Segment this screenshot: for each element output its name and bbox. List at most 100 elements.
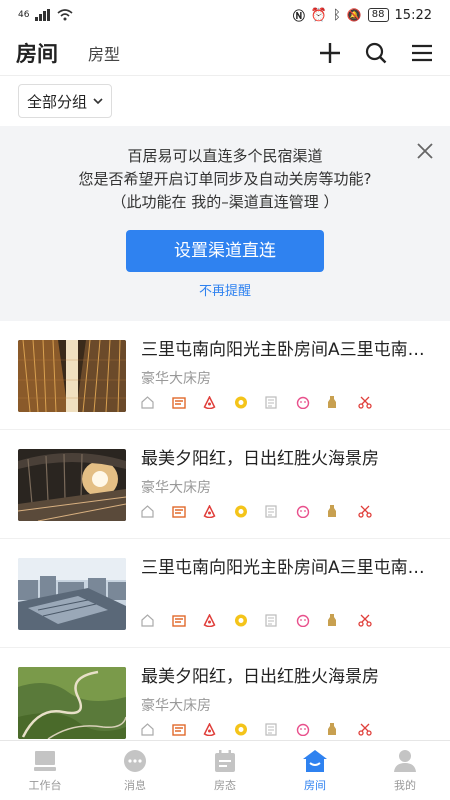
status-right: Ⓝ ⏰ ᛒ 🔕 88 15:22: [293, 7, 432, 24]
airbnb-icon: [203, 394, 234, 410]
room-info: 三里屯南向阳光主卧房间A三里屯南向阳光主卧房间A: [141, 558, 432, 647]
channel-icons: [141, 503, 432, 519]
user-icon: [392, 748, 418, 774]
airbnb-icon: [203, 612, 234, 628]
meituan-icon: [234, 721, 265, 737]
ctrip-icon: [172, 503, 203, 519]
channel-icons: [141, 394, 432, 410]
setup-channel-button[interactable]: 设置渠道直连: [126, 230, 324, 272]
dismiss-link[interactable]: 不再提醒: [0, 280, 450, 299]
room-type: 豪华大床房: [141, 480, 211, 496]
banner-line-1: 百居易可以直连多个民宿渠道: [127, 147, 323, 165]
home-icon: [141, 394, 172, 410]
bottom-nav: 工作台 消息 房态 房间 我的: [0, 740, 450, 800]
room-list-item[interactable]: 三里屯南向阳光主卧房间A三里屯南向阳光主卧房间A: [0, 539, 450, 648]
airbnb-icon: [203, 721, 234, 737]
channel-icons: [141, 612, 432, 628]
banner-line-3: （此功能在 我的–渠道直连管理 ）: [111, 193, 339, 211]
group-filter-label: 全部分组: [27, 92, 88, 111]
room-title: 最美夕阳红，日出红胜火海景房: [141, 449, 379, 469]
status-left: 46: [18, 9, 73, 21]
battery-icon: 88: [367, 8, 389, 22]
pig-icon: [296, 503, 327, 519]
nav-mine[interactable]: 我的: [360, 741, 450, 800]
airbnb-icon: [203, 503, 234, 519]
room-info: 三里屯南向阳光主卧房间A三里屯南向阳光主卧房间A 豪华大床房: [141, 340, 432, 429]
search-icon[interactable]: [364, 41, 388, 65]
pig-icon: [296, 612, 327, 628]
home-icon: [141, 721, 172, 737]
workbench-icon: [32, 748, 58, 774]
header-actions: [318, 41, 434, 65]
room-title: 三里屯南向阳光主卧房间A三里屯南向阳光主卧房间A: [141, 340, 432, 360]
room-type: [141, 586, 432, 604]
nav-label: 工作台: [28, 779, 62, 792]
room-list-item[interactable]: 三里屯南向阳光主卧房间A三里屯南向阳光主卧房间A 豪华大床房: [0, 321, 450, 430]
room-thumbnail: [18, 667, 126, 739]
bottle-icon: [327, 503, 358, 519]
tab-room-types[interactable]: 房型: [88, 41, 120, 65]
room-thumbnail: [18, 340, 126, 412]
signal-icon: [35, 9, 51, 21]
nav-rooms[interactable]: 房间: [270, 741, 360, 800]
ctrip-icon: [172, 394, 203, 410]
scissors-icon: [358, 721, 389, 737]
channel-icons: [141, 721, 432, 737]
nfc-icon: Ⓝ: [292, 8, 305, 23]
room-title: 最美夕阳红，日出红胜火海景房: [141, 667, 379, 687]
alarm-icon: ⏰: [310, 7, 328, 23]
message-icon: [122, 748, 148, 774]
nav-label: 消息: [124, 779, 146, 792]
room-type: 豪华大床房: [141, 371, 211, 387]
doc-icon: [265, 612, 296, 628]
signal-label: 46: [18, 10, 30, 20]
menu-icon[interactable]: [410, 41, 434, 65]
room-list: 三里屯南向阳光主卧房间A三里屯南向阳光主卧房间A 豪华大床房: [0, 321, 450, 757]
wifi-icon: [57, 9, 73, 21]
banner-line-2: 您是否希望开启订单同步及自动关房等功能?: [78, 170, 372, 188]
app-header: 房间 房型: [0, 30, 450, 76]
status-bar: 46 Ⓝ ⏰ ᛒ 🔕 88 15:22: [0, 0, 450, 30]
room-list-item[interactable]: 最美夕阳红，日出红胜火海景房 豪华大床房: [0, 430, 450, 539]
doc-icon: [265, 503, 296, 519]
filter-row: 全部分组: [0, 76, 450, 126]
group-filter-dropdown[interactable]: 全部分组: [18, 84, 113, 118]
meituan-icon: [234, 612, 265, 628]
room-thumbnail: [18, 558, 126, 630]
nav-label: 房态: [214, 779, 236, 792]
ctrip-icon: [172, 721, 203, 737]
close-icon[interactable]: [416, 142, 434, 160]
bottle-icon: [327, 612, 358, 628]
scissors-icon: [358, 394, 389, 410]
calendar-icon: [212, 748, 238, 774]
mute-icon: 🔕: [346, 8, 362, 22]
tab-rooms[interactable]: 房间: [16, 38, 58, 68]
nav-label: 我的: [394, 779, 416, 792]
bottle-icon: [327, 394, 358, 410]
room-info: 最美夕阳红，日出红胜火海景房 豪华大床房: [141, 449, 432, 538]
home-icon: [141, 503, 172, 519]
bottle-icon: [327, 721, 358, 737]
bluetooth-icon: ᛒ: [333, 7, 341, 23]
room-type: 豪华大床房: [141, 698, 211, 714]
doc-icon: [265, 394, 296, 410]
pig-icon: [296, 394, 327, 410]
chevron-down-icon: [93, 97, 103, 104]
clock: 15:22: [394, 7, 432, 23]
meituan-icon: [234, 394, 265, 410]
ctrip-icon: [172, 612, 203, 628]
meituan-icon: [234, 503, 265, 519]
room-title: 三里屯南向阳光主卧房间A三里屯南向阳光主卧房间A: [141, 558, 432, 578]
nav-messages[interactable]: 消息: [90, 741, 180, 800]
scissors-icon: [358, 612, 389, 628]
scissors-icon: [358, 503, 389, 519]
home-icon: [141, 612, 172, 628]
pig-icon: [296, 721, 327, 737]
nav-room-status[interactable]: 房态: [180, 741, 270, 800]
add-icon[interactable]: [318, 41, 342, 65]
doc-icon: [265, 721, 296, 737]
channel-banner: 百居易可以直连多个民宿渠道 您是否希望开启订单同步及自动关房等功能? （此功能在…: [0, 126, 450, 321]
nav-workbench[interactable]: 工作台: [0, 741, 90, 800]
house-icon: [302, 748, 328, 774]
nav-label: 房间: [304, 779, 326, 792]
